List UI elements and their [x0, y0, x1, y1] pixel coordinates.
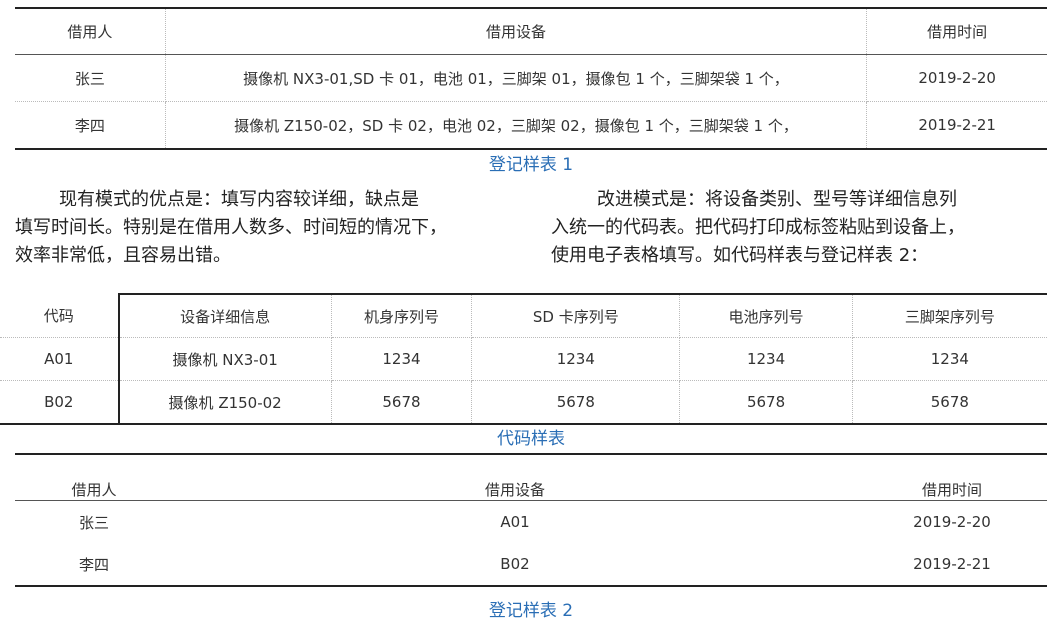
header-equipment-detail: 设备详细信息	[118, 293, 332, 338]
paragraph-line: 入统一的代码表。把代码打印成标签粘贴到设备上，	[551, 217, 965, 238]
cell-tripod-serial: 5678	[930, 393, 969, 411]
registration-table-1: 借用人 借用设备 借用时间 张三 摄像机 NX3-01,SD 卡 01，电池 0…	[15, 7, 1047, 150]
cell-equipment-code: B02	[500, 555, 530, 573]
table-row: 张三 A01 2019-2-20	[15, 501, 1047, 544]
cell-sd-serial: 5678	[471, 380, 681, 424]
cell-battery-serial: 1234	[679, 337, 853, 381]
cell-borrow-time: 2019-2-21	[918, 116, 996, 134]
table-row: 张三 摄像机 NX3-01,SD 卡 01，电池 01，三脚架 01，摄像包 1…	[15, 54, 1047, 102]
cell-equipment-code: A01	[500, 513, 530, 531]
header-equipment: 借用设备	[173, 454, 857, 501]
registration-table-2: 借用人 借用设备 借用时间 张三 A01 2019-2-20 李四 B02 20…	[15, 453, 1047, 587]
table-row: B02 摄像机 Z150-02 5678 5678 5678 5678	[0, 380, 1047, 424]
cell-body-serial: 5678	[331, 380, 473, 424]
table-header-row: 借用人 借用设备 借用时间	[15, 454, 1047, 501]
paragraph-line: 改进模式是：将设备类别、型号等详细信息列	[597, 189, 957, 210]
cell-code: B02	[0, 380, 120, 424]
table-header-row: 代码 设备详细信息 机身序列号 SD 卡序列号 电池序列号 三脚架序列号	[0, 293, 1047, 338]
paragraph-current-mode: 现有模式的优点是：填写内容较详细，缺点是 填写时间长。特别是在借用人数多、时间短…	[15, 186, 515, 270]
cell-tripod-serial: 1234	[852, 337, 1047, 381]
header-borrower: 借用人	[15, 454, 173, 501]
cell-sd-serial: 1234	[471, 337, 681, 381]
paragraph-line: 现有模式的优点是：填写内容较详细，缺点是	[59, 189, 419, 210]
paragraph-line: 使用电子表格填写。如代码样表与登记样表 2：	[551, 245, 929, 266]
paragraph-line: 效率非常低，且容易出错。	[15, 245, 231, 266]
header-borrower: 借用人	[15, 8, 166, 55]
table2-caption: 代码样表	[497, 429, 565, 449]
cell-borrower: 李四	[15, 101, 166, 149]
table-header-row: 借用人 借用设备 借用时间	[15, 8, 1047, 55]
cell-equipment: 摄像机 NX3-01,SD 卡 01，电池 01，三脚架 01，摄像包 1 个，…	[165, 54, 868, 102]
header-borrow-time: 借用时间	[857, 454, 1047, 501]
cell-body-serial: 1234	[331, 337, 473, 381]
header-equipment: 借用设备	[165, 8, 868, 55]
header-tripod-serial: 三脚架序列号	[852, 293, 1047, 338]
table-row: A01 摄像机 NX3-01 1234 1234 1234 1234	[0, 337, 1047, 381]
code-table: 代码 设备详细信息 机身序列号 SD 卡序列号 电池序列号 三脚架序列号 A01…	[0, 293, 1047, 425]
cell-battery-serial: 5678	[679, 380, 853, 424]
header-sd-serial: SD 卡序列号	[471, 293, 681, 338]
paragraph-line: 填写时间长。特别是在借用人数多、时间短的情况下，	[15, 217, 447, 238]
paragraph-improved-mode: 改进模式是：将设备类别、型号等详细信息列 入统一的代码表。把代码打印成标签粘贴到…	[551, 186, 1047, 270]
cell-borrower: 张三	[78, 513, 109, 532]
table-row: 李四 摄像机 Z150-02，SD 卡 02，电池 02，三脚架 02，摄像包 …	[15, 101, 1047, 149]
table3-caption: 登记样表 2	[488, 601, 574, 621]
cell-borrow-time: 2019-2-20	[913, 513, 991, 531]
table1-caption: 登记样表 1	[488, 155, 574, 175]
cell-borrow-time: 2019-2-21	[913, 555, 991, 573]
cell-borrower: 李四	[78, 555, 109, 574]
table-row: 李四 B02 2019-2-21	[15, 543, 1047, 586]
cell-equipment-detail: 摄像机 NX3-01	[118, 337, 332, 381]
header-code: 代码	[0, 294, 120, 338]
header-borrow-time: 借用时间	[866, 8, 1047, 55]
cell-equipment-detail: 摄像机 Z150-02	[118, 380, 332, 424]
cell-code: A01	[0, 337, 120, 381]
header-body-serial: 机身序列号	[331, 293, 473, 338]
header-battery-serial: 电池序列号	[679, 293, 853, 338]
cell-borrow-time: 2019-2-20	[866, 54, 1047, 102]
cell-borrower: 张三	[15, 54, 166, 102]
cell-equipment: 摄像机 Z150-02，SD 卡 02，电池 02，三脚架 02，摄像包 1 个…	[165, 101, 868, 149]
